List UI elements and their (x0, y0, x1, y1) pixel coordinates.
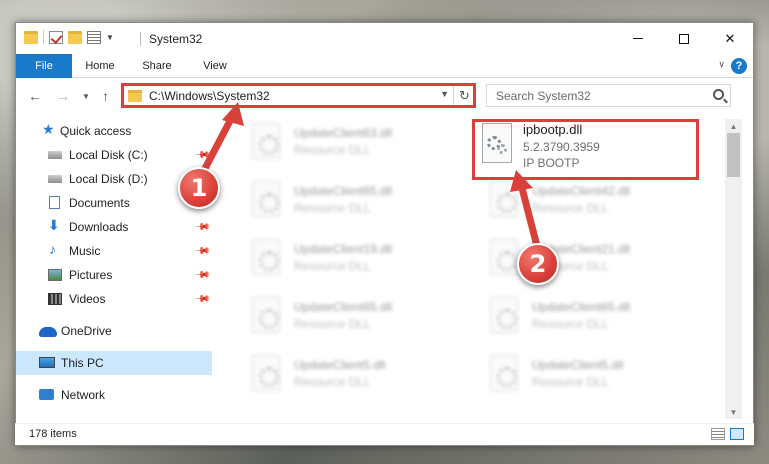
callout-badge-1: 1 (178, 167, 220, 209)
callout-badge-2: 2 (517, 243, 559, 285)
callout-arrow-2 (510, 170, 542, 254)
callout-arrows (195, 102, 542, 254)
